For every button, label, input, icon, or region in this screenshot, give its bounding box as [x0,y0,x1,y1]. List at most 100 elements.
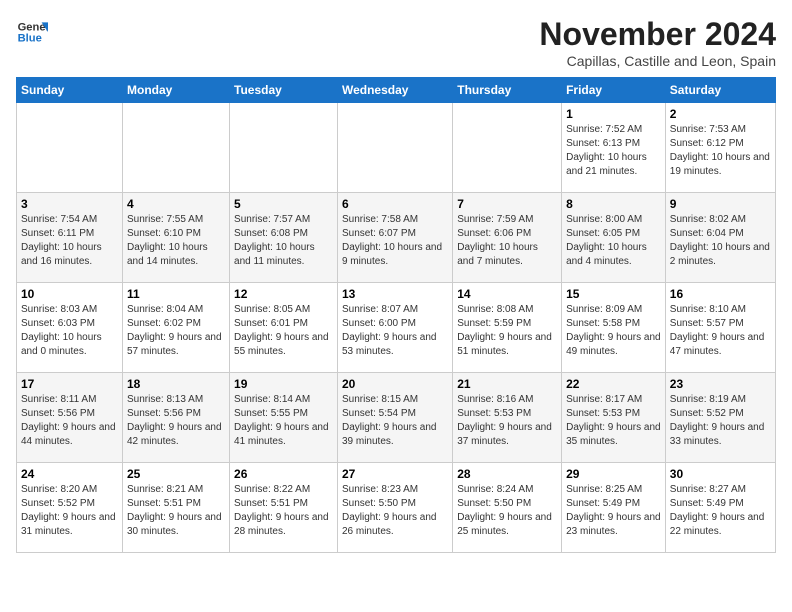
calendar-cell: 17Sunrise: 8:11 AM Sunset: 5:56 PM Dayli… [17,373,123,463]
day-info: Sunrise: 8:24 AM Sunset: 5:50 PM Dayligh… [457,483,557,539]
calendar-cell: 30 Sunrise: 8:27 AM Sunset: 5:49 PM Dayli… [665,463,775,553]
calendar-week-5: 24Sunrise: 8:20 AM Sunset: 5:52 PM Dayli… [17,463,776,553]
day-number: 16 [670,287,771,301]
calendar-cell [453,103,562,193]
calendar-week-4: 17Sunrise: 8:11 AM Sunset: 5:56 PM Dayli… [17,373,776,463]
calendar-cell: 11Sunrise: 8:04 AM Sunset: 6:02 PM Dayli… [123,283,230,373]
calendar-header: SundayMondayTuesdayWednesdayThursdayFrid… [17,78,776,103]
calendar-cell: 8 Sunrise: 8:00 AM Sunset: 6:05 PM Daylig… [562,193,666,283]
day-info: Sunrise: 8:09 AM Sunset: 5:58 PM Dayligh… [566,303,661,359]
day-info: Sunrise: 8:23 AM Sunset: 5:50 PM Dayligh… [342,483,448,539]
weekday-header-thursday: Thursday [453,78,562,103]
day-info: Sunrise: 8:02 AM Sunset: 6:04 PM Dayligh… [670,213,771,269]
day-number: 26 [234,467,333,481]
calendar-cell: 9 Sunrise: 8:02 AM Sunset: 6:04 PM Daylig… [665,193,775,283]
calendar-cell: 29Sunrise: 8:25 AM Sunset: 5:49 PM Dayli… [562,463,666,553]
day-number: 13 [342,287,448,301]
day-number: 30 [670,467,771,481]
calendar-week-1: 1 Sunrise: 7:52 AM Sunset: 6:13 PM Daylig… [17,103,776,193]
calendar-cell: 14 Sunrise: 8:08 AM Sunset: 5:59 PM Dayli… [453,283,562,373]
calendar-week-3: 10 Sunrise: 8:03 AM Sunset: 6:03 PM Dayli… [17,283,776,373]
calendar-cell [17,103,123,193]
day-info: Sunrise: 7:57 AM Sunset: 6:08 PM Dayligh… [234,213,333,269]
day-number: 10 [21,287,118,301]
day-info: Sunrise: 7:54 AM Sunset: 6:11 PM Dayligh… [21,213,118,269]
day-info: Sunrise: 8:17 AM Sunset: 5:53 PM Dayligh… [566,393,661,449]
day-number: 25 [127,467,225,481]
day-number: 14 [457,287,557,301]
day-info: Sunrise: 7:53 AM Sunset: 6:12 PM Dayligh… [670,123,771,179]
day-info: Sunrise: 8:08 AM Sunset: 5:59 PM Dayligh… [457,303,557,359]
calendar-cell: 5 Sunrise: 7:57 AM Sunset: 6:08 PM Daylig… [230,193,338,283]
weekday-header-friday: Friday [562,78,666,103]
svg-text:Blue: Blue [18,33,42,45]
day-number: 22 [566,377,661,391]
weekday-header-saturday: Saturday [665,78,775,103]
day-number: 12 [234,287,333,301]
calendar-cell: 25 Sunrise: 8:21 AM Sunset: 5:51 PM Dayli… [123,463,230,553]
day-number: 23 [670,377,771,391]
day-number: 27 [342,467,448,481]
weekday-header-sunday: Sunday [17,78,123,103]
month-title: November 2024 [539,16,776,53]
calendar-body: 1 Sunrise: 7:52 AM Sunset: 6:13 PM Daylig… [17,103,776,553]
weekday-header-wednesday: Wednesday [337,78,452,103]
day-info: Sunrise: 8:11 AM Sunset: 5:56 PM Dayligh… [21,393,118,449]
calendar-cell: 3Sunrise: 7:54 AM Sunset: 6:11 PM Daylig… [17,193,123,283]
day-number: 18 [127,377,225,391]
day-number: 1 [566,107,661,121]
weekday-header-row: SundayMondayTuesdayWednesdayThursdayFrid… [17,78,776,103]
day-number: 2 [670,107,771,121]
calendar-cell: 28 Sunrise: 8:24 AM Sunset: 5:50 PM Dayli… [453,463,562,553]
day-info: Sunrise: 8:00 AM Sunset: 6:05 PM Dayligh… [566,213,661,269]
day-info: Sunrise: 8:16 AM Sunset: 5:53 PM Dayligh… [457,393,557,449]
calendar-cell: 2 Sunrise: 7:53 AM Sunset: 6:12 PM Daylig… [665,103,775,193]
calendar-cell [337,103,452,193]
day-number: 15 [566,287,661,301]
day-number: 29 [566,467,661,481]
calendar-cell: 7Sunrise: 7:59 AM Sunset: 6:06 PM Daylig… [453,193,562,283]
calendar-cell: 16 Sunrise: 8:10 AM Sunset: 5:57 PM Dayli… [665,283,775,373]
logo: General Blue [16,16,48,48]
day-info: Sunrise: 8:04 AM Sunset: 6:02 PM Dayligh… [127,303,225,359]
calendar-cell: 10 Sunrise: 8:03 AM Sunset: 6:03 PM Dayli… [17,283,123,373]
day-info: Sunrise: 8:05 AM Sunset: 6:01 PM Dayligh… [234,303,333,359]
day-info: Sunrise: 8:19 AM Sunset: 5:52 PM Dayligh… [670,393,771,449]
day-info: Sunrise: 8:03 AM Sunset: 6:03 PM Dayligh… [21,303,118,359]
calendar-cell: 20 Sunrise: 8:15 AM Sunset: 5:54 PM Dayli… [337,373,452,463]
day-number: 6 [342,197,448,211]
day-number: 20 [342,377,448,391]
day-info: Sunrise: 7:59 AM Sunset: 6:06 PM Dayligh… [457,213,557,269]
day-info: Sunrise: 7:55 AM Sunset: 6:10 PM Dayligh… [127,213,225,269]
calendar-cell [123,103,230,193]
day-number: 4 [127,197,225,211]
day-info: Sunrise: 8:21 AM Sunset: 5:51 PM Dayligh… [127,483,225,539]
day-number: 9 [670,197,771,211]
subtitle: Capillas, Castille and Leon, Spain [539,53,776,69]
weekday-header-tuesday: Tuesday [230,78,338,103]
title-area: November 2024 Capillas, Castille and Leo… [539,16,776,69]
day-number: 19 [234,377,333,391]
day-info: Sunrise: 7:58 AM Sunset: 6:07 PM Dayligh… [342,213,448,269]
calendar-cell: 6 Sunrise: 7:58 AM Sunset: 6:07 PM Daylig… [337,193,452,283]
day-number: 28 [457,467,557,481]
day-info: Sunrise: 7:52 AM Sunset: 6:13 PM Dayligh… [566,123,661,179]
day-info: Sunrise: 8:27 AM Sunset: 5:49 PM Dayligh… [670,483,771,539]
day-number: 8 [566,197,661,211]
day-number: 5 [234,197,333,211]
day-info: Sunrise: 8:22 AM Sunset: 5:51 PM Dayligh… [234,483,333,539]
calendar-cell: 27 Sunrise: 8:23 AM Sunset: 5:50 PM Dayli… [337,463,452,553]
day-info: Sunrise: 8:15 AM Sunset: 5:54 PM Dayligh… [342,393,448,449]
calendar-cell: 4 Sunrise: 7:55 AM Sunset: 6:10 PM Daylig… [123,193,230,283]
day-info: Sunrise: 8:14 AM Sunset: 5:55 PM Dayligh… [234,393,333,449]
calendar-cell: 13 Sunrise: 8:07 AM Sunset: 6:00 PM Dayli… [337,283,452,373]
calendar-cell: 12 Sunrise: 8:05 AM Sunset: 6:01 PM Dayli… [230,283,338,373]
calendar-cell: 1 Sunrise: 7:52 AM Sunset: 6:13 PM Daylig… [562,103,666,193]
calendar-week-2: 3Sunrise: 7:54 AM Sunset: 6:11 PM Daylig… [17,193,776,283]
calendar-cell: 22 Sunrise: 8:17 AM Sunset: 5:53 PM Dayli… [562,373,666,463]
day-info: Sunrise: 8:07 AM Sunset: 6:00 PM Dayligh… [342,303,448,359]
day-number: 21 [457,377,557,391]
logo-icon: General Blue [16,16,48,48]
day-info: Sunrise: 8:13 AM Sunset: 5:56 PM Dayligh… [127,393,225,449]
day-info: Sunrise: 8:10 AM Sunset: 5:57 PM Dayligh… [670,303,771,359]
